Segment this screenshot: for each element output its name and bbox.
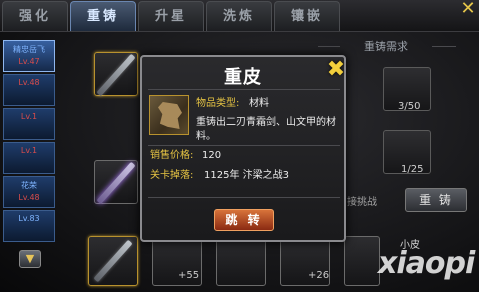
- tab-refine[interactable]: 洗炼: [206, 1, 272, 31]
- divider: [148, 197, 340, 198]
- equipment-slot[interactable]: [216, 236, 266, 286]
- tab-reforge[interactable]: 重铸: [70, 1, 136, 31]
- character-list: 精忠岳飞 Lv.47 Lv.48 Lv.1 Lv.1 花荣 Lv.48 Lv.8…: [3, 40, 57, 280]
- watermark-logo: 小皮 xiaopi: [378, 236, 478, 290]
- material-count: 3/50: [398, 101, 421, 112]
- character-item[interactable]: Lv.83: [3, 210, 55, 242]
- equipment-slot[interactable]: [344, 236, 380, 286]
- leather-icon: [149, 95, 189, 135]
- item-type-value: 材料: [249, 98, 269, 109]
- sword-icon: [93, 239, 133, 283]
- scroll-down-button[interactable]: ▼: [19, 250, 41, 268]
- character-name: 花荣: [21, 181, 37, 190]
- character-level: Lv.48: [18, 193, 40, 202]
- divider: [432, 46, 456, 47]
- challenge-text: 接挑战: [347, 197, 377, 208]
- character-level: Lv.83: [18, 214, 40, 223]
- character-item[interactable]: Lv.1: [3, 108, 55, 140]
- equipment-slot[interactable]: [88, 236, 138, 286]
- character-item[interactable]: 花荣 Lv.48: [3, 176, 55, 208]
- close-icon[interactable]: ✕: [459, 0, 477, 18]
- close-icon[interactable]: ✖: [324, 59, 348, 83]
- reforge-button[interactable]: 重 铸: [405, 188, 467, 212]
- requirement-title: 重铸需求: [364, 40, 408, 53]
- purple-sword-icon: [96, 161, 136, 205]
- character-item[interactable]: Lv.1: [3, 142, 55, 174]
- weapon-slot[interactable]: [94, 160, 138, 205]
- material-count: 1/25: [401, 164, 424, 175]
- enhance-level: +26: [308, 270, 330, 281]
- character-item[interactable]: Lv.48: [3, 74, 55, 106]
- item-description: 重铸出二刃青霜剑、山文甲的材料。: [196, 117, 336, 142]
- price-value: 120: [202, 150, 222, 161]
- sword-icon: [96, 53, 136, 97]
- character-level: Lv.48: [18, 78, 40, 87]
- character-level: Lv.47: [18, 57, 40, 66]
- item-type-label: 物品类型:: [196, 98, 240, 109]
- character-name: 精忠岳飞: [13, 45, 45, 54]
- watermark-big: xiaopi: [378, 246, 475, 281]
- enhance-level: +55: [178, 270, 200, 281]
- drop-label: 关卡掉落:: [150, 170, 194, 181]
- tab-bar: 强化 重铸 升星 洗炼 镶嵌: [0, 0, 479, 32]
- weapon-slot[interactable]: [94, 52, 138, 97]
- game-screen: 强化 重铸 升星 洗炼 镶嵌 ✕ 精忠岳飞 Lv.47 Lv.48 Lv.1 L…: [0, 0, 479, 292]
- item-popup: 重皮 ✖ 物品类型: 材料 重铸出二刃青霜剑、山文甲的材料。 销售价格: 120…: [140, 55, 346, 242]
- divider: [148, 89, 340, 90]
- tab-star-up[interactable]: 升星: [138, 1, 204, 31]
- divider: [148, 145, 340, 146]
- character-item[interactable]: 精忠岳飞 Lv.47: [3, 40, 55, 72]
- drop-value: 1125年 汴梁之战3: [204, 170, 289, 181]
- character-level: Lv.1: [20, 112, 38, 121]
- tab-inlay[interactable]: 镶嵌: [274, 1, 340, 31]
- tab-enhance[interactable]: 强化: [2, 1, 68, 31]
- jump-button[interactable]: 跳 转: [214, 209, 274, 231]
- popup-title: 重皮: [224, 67, 262, 88]
- character-level: Lv.1: [20, 146, 38, 155]
- price-label: 销售价格:: [150, 150, 194, 161]
